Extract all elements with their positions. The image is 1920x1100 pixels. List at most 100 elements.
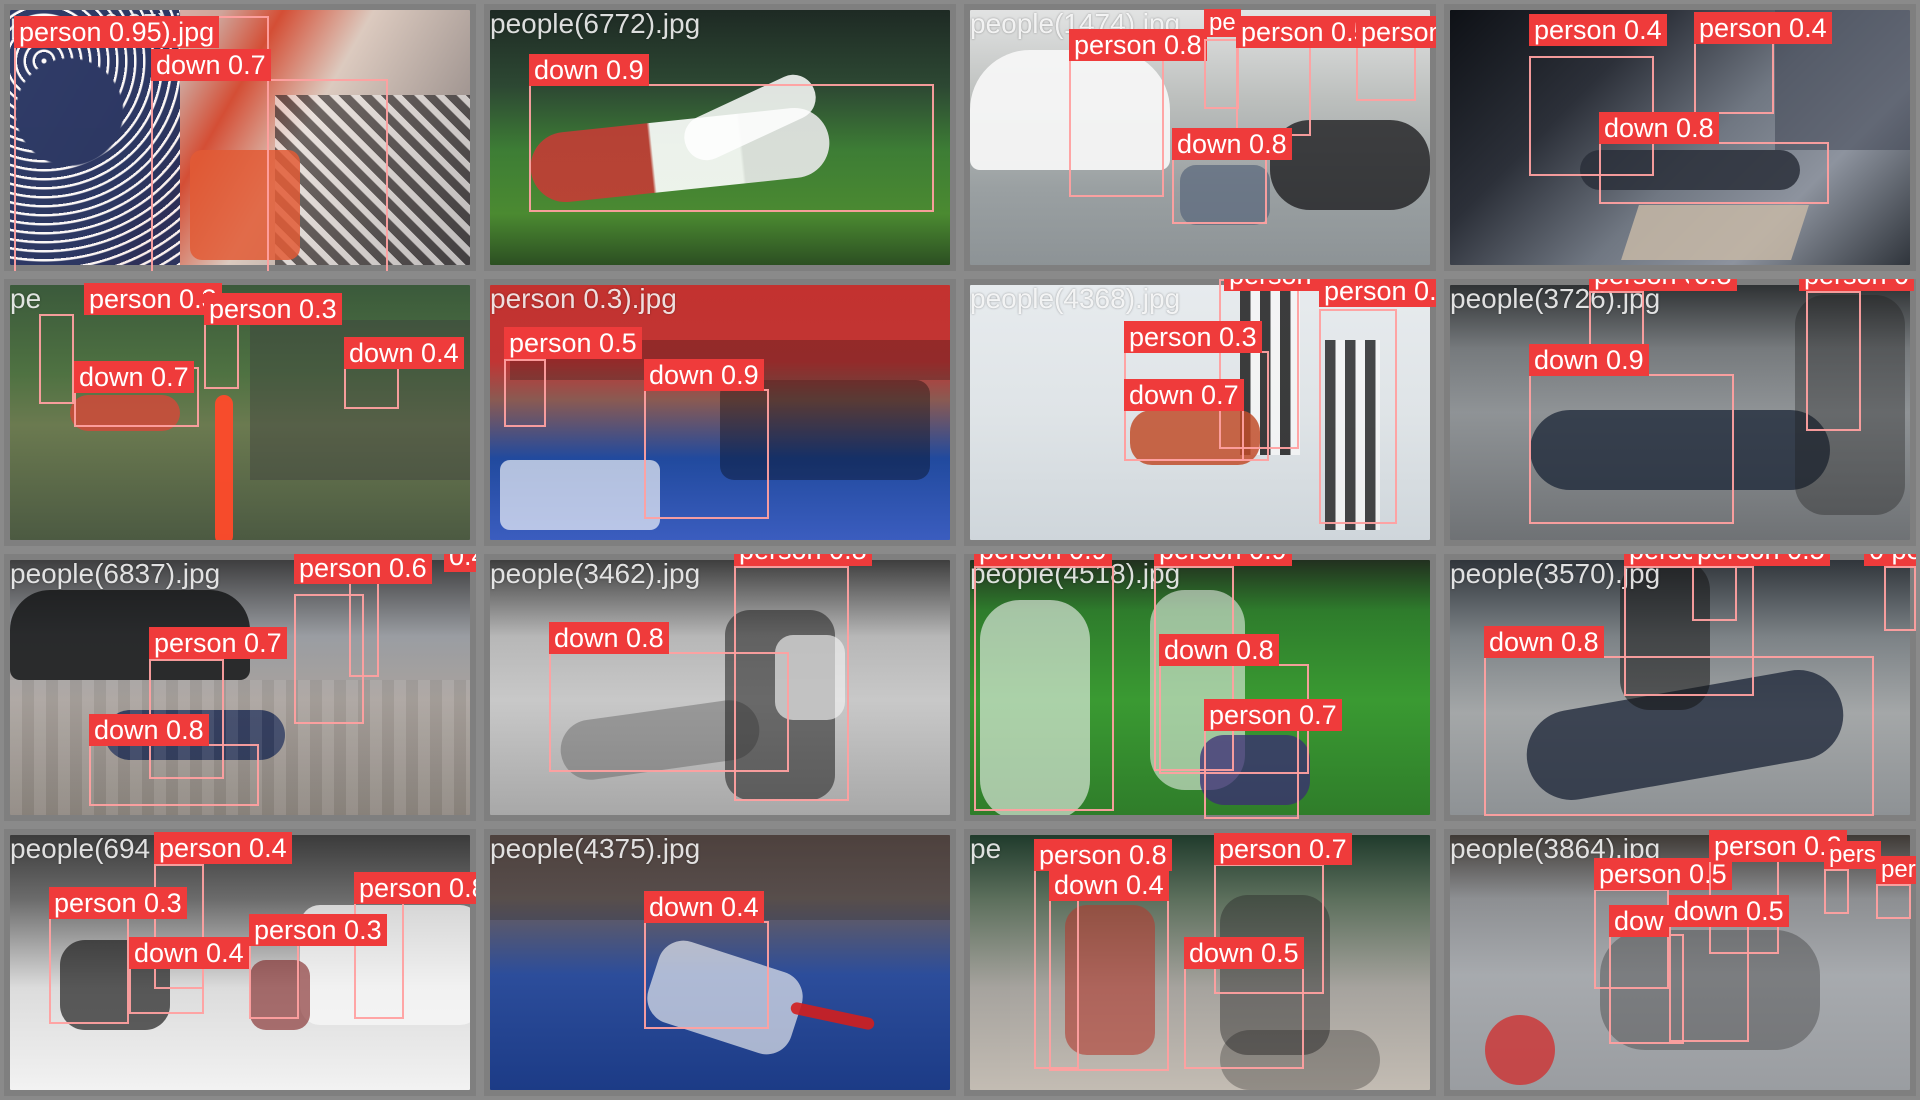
tile-3-label-4: person 0.5 — [1356, 16, 1436, 48]
tile-8-label-4: down 0.9 — [1529, 344, 1649, 376]
tile-11-label-3: down 0.8 — [1159, 634, 1279, 666]
tile-3-box-4 — [1356, 46, 1416, 101]
tile-15-label-3: down 0.4 — [1049, 869, 1169, 901]
tile-4-label-1: person 0.4 — [1529, 14, 1667, 46]
tile-15-label-2: person 0.7 — [1214, 833, 1352, 865]
tile-7-label-3: person 0.3 — [1124, 321, 1262, 353]
tile-8-box-3 — [1529, 374, 1734, 524]
tile-11-label-1: person 0.9 — [974, 554, 1112, 566]
tile-12-label-3: 0 pe — [1864, 554, 1916, 566]
tile-1-label-1: person 0.95).jpg — [14, 16, 220, 48]
tile-4[interactable]: person 0.4 person 0.4 down 0.8 — [1440, 0, 1920, 275]
tile-7-filename: people(4368).jpg — [970, 283, 1181, 314]
tile-4-box-3 — [1599, 142, 1829, 204]
tile-5-box-2 — [204, 319, 239, 389]
tile-15-box-3 — [1049, 881, 1169, 1071]
tile-12-box-4 — [1484, 656, 1874, 816]
tile-12-box-2 — [1692, 566, 1737, 621]
tile-6-label-2: down 0.9 — [644, 359, 764, 391]
tile-4-label-3: down 0.8 — [1599, 112, 1719, 144]
tile-5-label-1: person 0.3 — [84, 283, 222, 315]
tile-15-label-1: person 0.8 — [1034, 839, 1172, 871]
tile-4-label-2: person 0.4 — [1694, 12, 1832, 44]
tile-16-label-6: dow — [1609, 905, 1669, 937]
tile-3-label-5: down 0.8 — [1172, 128, 1292, 160]
tile-9-label-4: person 0.7 — [149, 627, 287, 659]
tile-9-box-4 — [89, 744, 259, 806]
tile-12-label-4: down 0.8 — [1484, 626, 1604, 658]
tile-3-label-3: person 0.5 — [1236, 16, 1374, 48]
tile-1-box-2 — [151, 79, 388, 271]
tile-9[interactable]: people(6837).jpg person 0.3 person 0.6 0… — [0, 550, 480, 825]
tile-8-label-3: person 0 — [1799, 279, 1915, 291]
tile-13-label-4: person 0.3 — [249, 914, 387, 946]
tile-5-box-4 — [344, 367, 399, 409]
tile-12-box-3 — [1884, 566, 1916, 631]
tile-2-filename: people(6772).jpg — [490, 8, 701, 39]
tile-13-label-5: down 0.4 — [129, 937, 249, 969]
tile-2-box-1 — [529, 84, 934, 212]
tile-9-label-2: person 0.6 — [294, 554, 432, 584]
tile-9-label-5: down 0.8 — [89, 714, 209, 746]
tile-13-label-3: person 0.8 — [354, 872, 476, 904]
tile-10-box-2 — [549, 652, 789, 772]
tile-13-label-1: person 0.4 — [154, 832, 292, 864]
tile-9-label-3: 0.4 — [444, 554, 476, 572]
tile-3-box-3 — [1236, 46, 1311, 136]
tile-10-label-2: down 0.8 — [549, 622, 669, 654]
tile-16[interactable]: people(3864).jpg person 0.5 person 0.2 p… — [1440, 825, 1920, 1100]
tile-8-box-1 — [1589, 291, 1644, 351]
tile-12[interactable]: people(3570).jpg person 0.5 person 0.5 0… — [1440, 550, 1920, 825]
tile-11-box-1 — [974, 566, 1114, 811]
tile-2[interactable]: people(6772).jpg down 0.9 — [480, 0, 960, 275]
tile-6-filename: person 0.3).jpg — [490, 283, 677, 314]
tile-5-filename: pe — [10, 283, 42, 314]
tile-1[interactable]: person 0.95).jpg person 0.95).jpg down 0… — [0, 0, 480, 275]
tile-11-label-4: person 0.7 — [1204, 699, 1342, 731]
tile-16-box-3 — [1824, 869, 1849, 914]
tile-13-box-2 — [49, 914, 129, 1024]
tile-6-box-2 — [644, 389, 769, 519]
tile-15-filename: pe — [970, 833, 1002, 864]
tile-13-box-4 — [249, 944, 299, 1019]
tile-7-label-2: person 0.9 — [1319, 279, 1436, 307]
tile-11-label-2: person 0.9 — [1154, 554, 1292, 566]
tile-6-box-1 — [504, 359, 546, 427]
tile-10-label-1: person 0.8 — [734, 554, 872, 566]
tile-14[interactable]: people(4375).jpg down 0.4 — [480, 825, 960, 1100]
tile-16-label-4: per — [1876, 856, 1916, 884]
tile-4-box-2 — [1694, 34, 1774, 114]
tile-12-label-2: person 0.5 — [1692, 554, 1830, 566]
tile-5-box-1 — [39, 314, 74, 404]
tile-10-filename: people(3462).jpg — [490, 558, 701, 589]
tile-13-label-2: person 0.3 — [49, 887, 187, 919]
tile-15[interactable]: pe person 0.8 person 0.7 down 0.4 down 0… — [960, 825, 1440, 1100]
tile-3-label-1: person 0.8 — [1069, 29, 1207, 61]
tile-14-box-1 — [644, 921, 769, 1029]
tile-16-box-4 — [1876, 884, 1911, 919]
tile-15-label-4: down 0.5 — [1184, 937, 1304, 969]
tile-14-filename: people(4375).jpg — [490, 833, 701, 864]
tile-5-label-2: person 0.3 — [204, 293, 342, 325]
tile-8-box-2 — [1806, 291, 1861, 431]
tile-16-label-3: pers — [1824, 841, 1881, 869]
tile-7[interactable]: people(4368).jpg person 0.9 person 0.9 p… — [960, 275, 1440, 550]
tile-13[interactable]: people(694 person 0.4 person 0.3 person … — [0, 825, 480, 1100]
tile-8[interactable]: people(3726).jpg person 0.5 0.8 person 0… — [1440, 275, 1920, 550]
tile-5-label-4: down 0.4 — [344, 337, 464, 369]
tile-5[interactable]: pe person 0.3 person 0.3 down 0.7 down 0… — [0, 275, 480, 550]
image-mosaic: person 0.95).jpg person 0.95).jpg down 0… — [0, 0, 1920, 1100]
tile-1-label-2: down 0.7 — [151, 49, 271, 81]
tile-6[interactable]: person 0.3).jpg person 0.5 down 0.9 — [480, 275, 960, 550]
tile-10[interactable]: people(3462).jpg person 0.8 down 0.8 — [480, 550, 960, 825]
tile-8-label-2: 0.8 — [1689, 279, 1737, 291]
tile-3[interactable]: people(1474).jpg person 0.8 pe person 0.… — [960, 0, 1440, 275]
tile-14-label-1: down 0.4 — [644, 891, 764, 923]
tile-7-label-4: down 0.7 — [1124, 379, 1244, 411]
tile-9-filename: people(6837).jpg — [10, 558, 221, 589]
tile-7-box-2 — [1319, 309, 1397, 524]
tile-16-box-6 — [1609, 934, 1684, 1044]
tile-13-filename: people(694 — [10, 833, 151, 864]
tile-3-box-1 — [1069, 59, 1164, 197]
tile-11[interactable]: people(4518).jpg person 0.9 person 0.9 d… — [960, 550, 1440, 825]
